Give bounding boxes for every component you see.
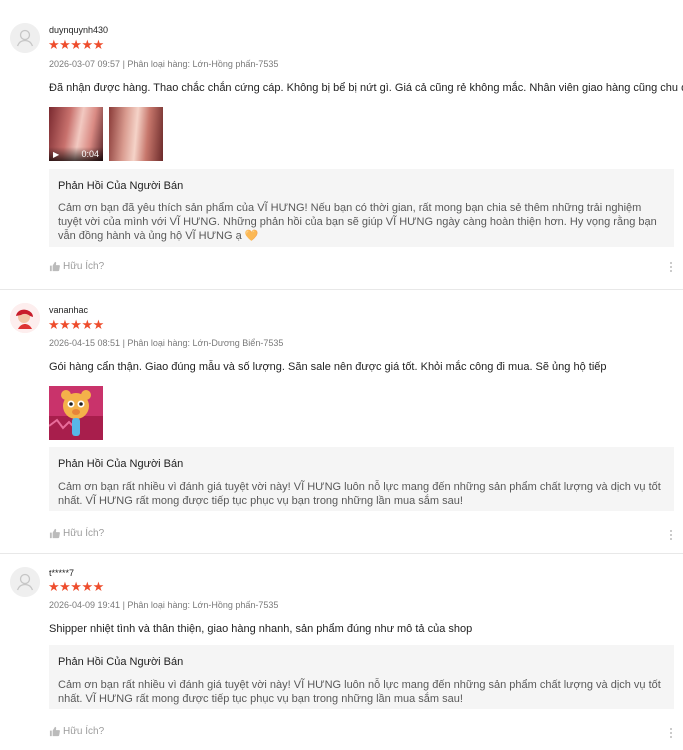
- user-photo-avatar: [10, 303, 40, 333]
- review-variation: Phân loại hàng: Lớn-Hồng phấn-7535: [127, 59, 279, 69]
- more-options-icon[interactable]: [670, 530, 673, 540]
- review-media: [49, 386, 103, 440]
- product-photo: [49, 386, 103, 440]
- seller-reply: Phản Hồi Của Người Bán Cảm ơn bạn rất nh…: [49, 645, 674, 709]
- seller-reply-title: Phản Hồi Của Người Bán: [58, 180, 184, 192]
- avatar[interactable]: [10, 303, 40, 333]
- rating-stars: ★★★★★: [48, 579, 104, 594]
- review-date: 2026-03-07 09:57: [49, 59, 121, 69]
- review-comment: Shipper nhiệt tình và thân thiện, giao h…: [49, 623, 473, 635]
- review-meta: 2026-04-15 08:51 | Phân loại hàng: Lớn-D…: [49, 338, 284, 348]
- helpful-label: Hữu Ích?: [63, 528, 105, 539]
- review-photo-thumbnail[interactable]: [109, 107, 163, 161]
- default-avatar-icon: [10, 567, 40, 597]
- reviewer-username[interactable]: t*****7: [49, 567, 74, 579]
- review-item: duynquynh430 ★★★★★ 2026-03-07 09:57 | Ph…: [0, 0, 683, 290]
- video-camera-icon: ▶: [53, 149, 60, 159]
- review-video-thumbnail[interactable]: ▶ 0:04: [49, 107, 103, 161]
- helpful-label: Hữu Ích?: [63, 261, 105, 272]
- video-badge: ▶ 0:04: [49, 147, 103, 161]
- seller-reply-text: Cảm ơn bạn rất nhiều vì đánh giá tuyệt v…: [58, 481, 661, 507]
- review-item: t*****7 ★★★★★ 2026-04-09 19:41 | Phân lo…: [0, 554, 683, 750]
- helpful-button[interactable]: Hữu Ích?: [49, 528, 104, 539]
- review-meta: 2026-03-07 09:57 | Phân loại hàng: Lớn-H…: [49, 59, 279, 69]
- review-variation: Phân loại hàng: Lớn-Hồng phấn-7535: [127, 600, 279, 610]
- review-date: 2026-04-15 08:51: [49, 338, 121, 348]
- reviewer-username[interactable]: vananhac: [49, 304, 88, 316]
- default-avatar-icon: [10, 23, 40, 53]
- review-comment: Đã nhận được hàng. Thao chắc chắn cứng c…: [49, 82, 683, 94]
- review-date: 2026-04-09 19:41: [49, 600, 121, 610]
- helpful-button[interactable]: Hữu Ích?: [49, 726, 104, 737]
- thumbs-up-icon: [49, 261, 60, 272]
- seller-reply-title: Phản Hồi Của Người Bán: [58, 458, 184, 470]
- review-item: vananhac ★★★★★ 2026-04-15 08:51 | Phân l…: [0, 290, 683, 554]
- thumbs-up-icon: [49, 528, 60, 539]
- seller-reply-title: Phản Hồi Của Người Bán: [58, 656, 184, 668]
- more-options-icon[interactable]: [670, 262, 673, 272]
- rating-stars: ★★★★★: [48, 37, 104, 52]
- more-options-icon[interactable]: [670, 728, 673, 738]
- avatar[interactable]: [10, 23, 40, 53]
- avatar[interactable]: [10, 567, 40, 597]
- helpful-button[interactable]: Hữu Ích?: [49, 261, 104, 272]
- seller-reply: Phản Hồi Của Người Bán Cảm ơn bạn đã yêu…: [49, 169, 674, 247]
- reviewer-username[interactable]: duynquynh430: [49, 24, 108, 36]
- helpful-label: Hữu Ích?: [63, 726, 105, 737]
- review-comment: Gói hàng cẩn thận. Giao đúng mẫu và số l…: [49, 361, 607, 373]
- review-meta: 2026-04-09 19:41 | Phân loại hàng: Lớn-H…: [49, 600, 279, 610]
- review-media: ▶ 0:04: [49, 107, 163, 161]
- review-variation: Phân loại hàng: Lớn-Dương Biển-7535: [127, 338, 284, 348]
- seller-reply-text: Cảm ơn bạn đã yêu thích sản phẩm của VĨ …: [58, 202, 657, 242]
- review-photo-thumbnail[interactable]: [49, 386, 103, 440]
- thumbs-up-icon: [49, 726, 60, 737]
- rating-stars: ★★★★★: [48, 317, 104, 332]
- seller-reply-text: Cảm ơn bạn rất nhiều vì đánh giá tuyệt v…: [58, 679, 661, 705]
- seller-reply: Phản Hồi Của Người Bán Cảm ơn bạn rất nh…: [49, 447, 674, 511]
- video-duration: 0:04: [81, 149, 99, 159]
